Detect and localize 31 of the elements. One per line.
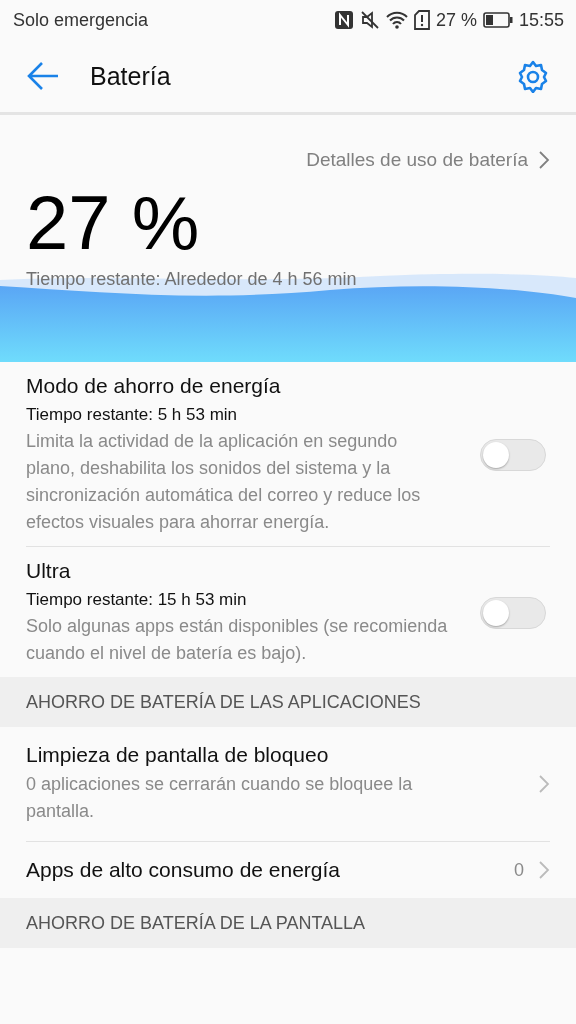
sim-alert-icon (413, 10, 430, 30)
toggle-switch[interactable] (480, 597, 546, 629)
remaining-time-text: Tiempo restante: Alrededor de 4 h 56 min (26, 269, 358, 290)
mode-title: Modo de ahorro de energía (26, 374, 282, 398)
battery-details-link[interactable]: Detalles de uso de batería (306, 149, 550, 171)
nfc-icon (333, 10, 354, 30)
mode-remaining-time: Tiempo restante: 15 h 53 min (26, 590, 248, 610)
carrier-text: Solo emergencia (13, 9, 150, 31)
page-title: Batería (90, 61, 172, 91)
section-header: AHORRO DE BATERÍA DE LA PANTALLA (0, 898, 576, 948)
mode-title: Ultra (26, 559, 72, 583)
app-count: 0 (514, 859, 524, 881)
mode-description: Solo algunas apps están disponibles (se recomienda cuando el nivel de batería es bajo). (26, 615, 449, 665)
battery-icon (482, 12, 513, 28)
setting-title[interactable]: Limpieza de pantalla de bloqueo (26, 743, 538, 767)
section-header: AHORRO DE BATERÍA DE LAS APLICACIONES (0, 677, 576, 727)
battery-percent-text: 27 % (435, 9, 477, 31)
chevron-icon (538, 774, 550, 794)
battery-percentage: 27 % (26, 185, 201, 261)
wifi-icon (385, 11, 408, 29)
setting-description: 0 aplicaciones se cerrarán cuando se bloquee la pantalla. (26, 773, 414, 823)
muted-speaker-icon (359, 10, 380, 30)
chevron-icon (538, 150, 550, 170)
setting-title[interactable]: Apps de alto consumo de energía (26, 858, 514, 882)
settings-icon[interactable] (516, 59, 550, 93)
back-arrow-icon[interactable] (26, 61, 60, 91)
mode-description: Limita la actividad de la aplicación en segundo plano, deshabilita los sonidos del sistema y la sincronización automática del correo y reduce los efectos visuales para ahorrar energía. (26, 430, 422, 534)
mode-remaining-time: Tiempo restante: 5 h 53 min (26, 405, 239, 425)
toggle-switch[interactable] (480, 439, 546, 471)
clock-text: 15:55 (518, 9, 564, 31)
chevron-icon (538, 860, 550, 880)
